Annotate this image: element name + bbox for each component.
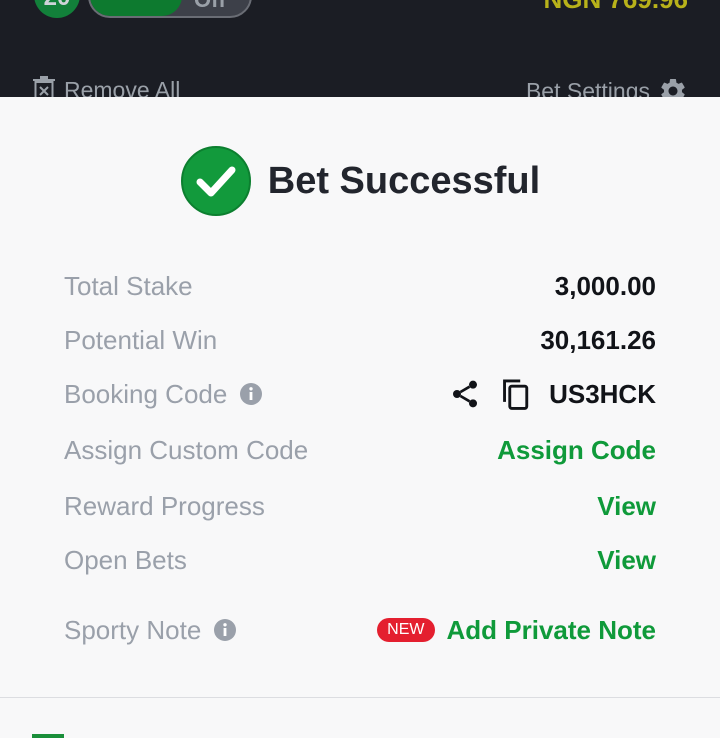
trash-icon [33, 76, 55, 97]
remove-all-label: Remove All [64, 76, 181, 98]
reward-progress-label: Reward Progress [64, 490, 265, 521]
potential-win-value: 30,161.26 [540, 324, 656, 355]
sporty-note-label: Sporty Note [64, 615, 237, 646]
bet-settings-button[interactable]: Bet Settings [526, 76, 688, 97]
booking-code-actions: US3HCK [449, 377, 656, 411]
booking-code-value: US3HCK [549, 378, 656, 409]
gear-icon [661, 78, 685, 97]
open-bets-row: Open Bets View [64, 540, 656, 580]
odds-boost-toggle[interactable]: Off [88, 0, 252, 18]
potential-win-label: Potential Win [64, 324, 218, 355]
account-balance: NGN 769.96 [543, 0, 688, 15]
divider [0, 697, 720, 698]
add-note-group: NEW Add Private Note [377, 615, 656, 646]
total-stake-row: Total Stake 3,000.00 [64, 266, 656, 306]
assign-custom-code-row: Assign Custom Code Assign Code [64, 430, 656, 470]
check-circle-icon [180, 146, 251, 216]
selection-count-badge: 20 [34, 0, 80, 18]
reward-progress-row: Reward Progress View [64, 486, 656, 526]
booking-code-row: Booking Code US3HCK [64, 374, 656, 414]
toggle-label: Off [194, 0, 226, 13]
bet-settings-label: Bet Settings [525, 77, 650, 98]
bottom-accent-bar [32, 734, 64, 738]
remove-all-button[interactable]: Remove All [32, 76, 180, 97]
toggle-fill [90, 0, 182, 16]
potential-win-row: Potential Win 30,161.26 [64, 320, 656, 360]
bet-success-sheet: Bet Successful Total Stake 3,000.00 Pote… [0, 97, 720, 738]
selection-count: 20 [44, 0, 71, 12]
assign-code-link[interactable]: Assign Code [497, 435, 656, 466]
sporty-note-row: Sporty Note NEW Add Private Note [64, 610, 656, 650]
add-private-note-link[interactable]: Add Private Note [447, 615, 657, 646]
page-title: Bet Successful [267, 159, 541, 202]
reward-progress-view-link[interactable]: View [597, 491, 656, 522]
info-icon[interactable] [213, 618, 237, 642]
total-stake-label: Total Stake [64, 270, 193, 301]
open-bets-label: Open Bets [64, 544, 187, 575]
open-bets-view-link[interactable]: View [597, 545, 656, 576]
copy-icon[interactable] [499, 377, 531, 411]
booking-code-label-text: Booking Code [64, 378, 228, 409]
total-stake-value: 3,000.00 [554, 270, 656, 301]
info-icon[interactable] [239, 382, 263, 406]
share-icon[interactable] [449, 378, 481, 410]
success-header: Bet Successful [0, 145, 720, 217]
sporty-note-label-text: Sporty Note [64, 614, 202, 645]
new-badge: NEW [377, 618, 435, 642]
booking-code-label: Booking Code [64, 379, 263, 410]
assign-custom-code-label: Assign Custom Code [64, 434, 309, 465]
betslip-header: 20 Off NGN 769.96 Remove All Bet Setting… [0, 0, 720, 97]
